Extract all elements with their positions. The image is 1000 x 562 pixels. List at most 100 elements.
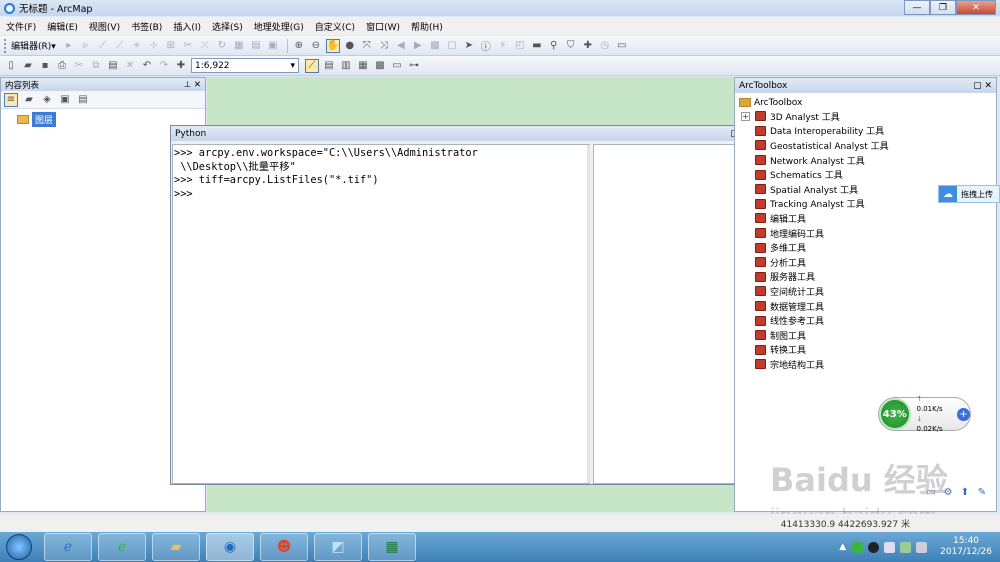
- wechat-tray-icon[interactable]: [852, 541, 864, 553]
- toolbox-item[interactable]: Data Interoperability 工具: [741, 124, 996, 139]
- pan-hand-icon[interactable]: ✋: [325, 38, 340, 53]
- menu-insert[interactable]: 插入(I): [173, 20, 201, 33]
- edit-annotation-icon[interactable]: ▹: [79, 39, 93, 53]
- window-title-bar[interactable]: 无标题 - ArcMap — ❐ ✕: [0, 0, 1000, 16]
- upload-arrow-icon[interactable]: ⬆: [958, 485, 972, 499]
- create-features-icon[interactable]: ▣: [266, 39, 280, 53]
- forward-arrow-icon[interactable]: ▶: [411, 39, 425, 53]
- taskbar-clock[interactable]: 15:40 2017/12/26: [940, 536, 992, 558]
- ie-green-taskbar-icon[interactable]: ℯ: [98, 533, 146, 561]
- trace-icon[interactable]: ⟋: [113, 39, 127, 53]
- model-builder-icon[interactable]: ⊶: [407, 59, 421, 73]
- speed-boost-icon[interactable]: +: [957, 407, 970, 421]
- drag-upload-widget[interactable]: ☁ 拖拽上传: [938, 185, 1000, 203]
- wrench-icon[interactable]: ✎: [975, 485, 989, 499]
- qq-tray-icon[interactable]: [868, 541, 880, 553]
- battery-tray-icon[interactable]: [900, 541, 912, 553]
- toolbox-item[interactable]: Network Analyst 工具: [741, 153, 996, 168]
- toolbar-grip[interactable]: [4, 38, 7, 53]
- paste-icon[interactable]: ▤: [106, 59, 120, 73]
- select-features-icon[interactable]: ▩: [428, 39, 442, 53]
- print-icon[interactable]: ⎙: [55, 59, 69, 73]
- menu-windows[interactable]: 窗口(W): [366, 20, 400, 33]
- find-binoculars-icon[interactable]: ⚲: [547, 39, 561, 53]
- menu-geoprocessing[interactable]: 地理处理(G): [254, 20, 304, 33]
- toolbox-item[interactable]: 空间统计工具: [741, 284, 996, 299]
- arcmap-taskbar-icon[interactable]: ◉: [206, 533, 254, 561]
- toolbox-item[interactable]: Schematics 工具: [741, 167, 996, 182]
- fixed-zoom-in-icon[interactable]: ⤧: [360, 39, 374, 53]
- toolbox-item[interactable]: 服务器工具: [741, 270, 996, 285]
- menu-selection[interactable]: 选择(S): [212, 20, 243, 33]
- add-data-icon[interactable]: ✚: [174, 59, 188, 73]
- excel-taskbar-icon[interactable]: ▦: [368, 533, 416, 561]
- start-button[interactable]: [0, 532, 38, 562]
- python-console[interactable]: >>> arcpy.env.workspace="C:\\Users\\Admi…: [172, 144, 590, 484]
- html-popup-icon[interactable]: ◰: [513, 39, 527, 53]
- map-scale-combobox[interactable]: 1:6,922 ▾: [191, 58, 299, 73]
- full-extent-globe-icon[interactable]: ●: [343, 39, 357, 53]
- maximize-button[interactable]: ❐: [930, 0, 956, 15]
- network-tray-icon[interactable]: [884, 541, 896, 553]
- minimize-button[interactable]: —: [904, 0, 930, 15]
- delete-icon[interactable]: ✕: [123, 59, 137, 73]
- sketch-properties-icon[interactable]: ▤: [249, 39, 263, 53]
- ie-taskbar-icon[interactable]: ℯ: [44, 533, 92, 561]
- toolbox-item[interactable]: 宗地结构工具: [741, 357, 996, 372]
- identify-icon[interactable]: ⓘ: [479, 39, 493, 53]
- toolbox-item[interactable]: 多维工具: [741, 240, 996, 255]
- generic-app-taskbar-icon[interactable]: ◩: [314, 533, 362, 561]
- list-by-drawing-order-icon[interactable]: ≡: [4, 92, 18, 107]
- menu-view[interactable]: 视图(V): [89, 20, 120, 33]
- python-window-icon[interactable]: ▭: [390, 59, 404, 73]
- split-icon[interactable]: ⤫: [198, 39, 212, 53]
- toolbox-item[interactable]: 地理编码工具: [741, 226, 996, 241]
- editor-dropdown[interactable]: 编辑器(R)▾: [11, 39, 56, 52]
- menu-customize[interactable]: 自定义(C): [315, 20, 355, 33]
- table-of-contents-icon[interactable]: ▤: [322, 59, 336, 73]
- cut-icon[interactable]: ✂: [72, 59, 86, 73]
- fixed-zoom-out-icon[interactable]: ⤨: [377, 39, 391, 53]
- redo-icon[interactable]: ↷: [157, 59, 171, 73]
- create-viewer-window-icon[interactable]: ▭: [615, 39, 629, 53]
- undo-icon[interactable]: ↶: [140, 59, 154, 73]
- toolbox-item[interactable]: 线性参考工具: [741, 313, 996, 328]
- zoom-in-icon[interactable]: ⊕: [292, 39, 306, 53]
- measure-icon[interactable]: ▬: [530, 39, 544, 53]
- reshape-icon[interactable]: ⊞: [164, 39, 178, 53]
- toolbox-item[interactable]: 制图工具: [741, 328, 996, 343]
- point-icon[interactable]: ⌖: [130, 39, 144, 53]
- rotate-icon[interactable]: ↻: [215, 39, 229, 53]
- expand-plus-icon[interactable]: +: [741, 111, 750, 121]
- toolbox-item[interactable]: 数据管理工具: [741, 299, 996, 314]
- menu-bookmarks[interactable]: 书签(B): [131, 20, 162, 33]
- avatar-app-taskbar-icon[interactable]: ☻: [260, 533, 308, 561]
- menu-help[interactable]: 帮助(H): [411, 20, 443, 33]
- time-slider-icon[interactable]: ◷: [598, 39, 612, 53]
- open-folder-icon[interactable]: ▰: [21, 59, 35, 73]
- python-window-header[interactable]: Python ▢ ✕: [171, 126, 753, 141]
- list-by-selection-icon[interactable]: ▣: [58, 93, 72, 107]
- hyperlink-icon[interactable]: ⚡: [496, 39, 510, 53]
- toolbox-item[interactable]: Geostatistical Analyst 工具: [741, 138, 996, 153]
- volume-tray-icon[interactable]: [916, 541, 928, 553]
- new-document-icon[interactable]: ▯: [4, 59, 18, 73]
- toolbox-item[interactable]: +3D Analyst 工具: [741, 109, 996, 124]
- search-window-icon[interactable]: ▦: [356, 59, 370, 73]
- edit-tool-icon[interactable]: ▸: [62, 39, 76, 53]
- copy-icon[interactable]: ⧉: [89, 59, 103, 73]
- menu-file[interactable]: 文件(F): [6, 20, 36, 33]
- toc-options-icon[interactable]: ▤: [76, 93, 90, 107]
- arctoolbox-window-icon[interactable]: ▩: [373, 59, 387, 73]
- toolbox-item[interactable]: 转换工具: [741, 343, 996, 358]
- toolbox-item[interactable]: 分析工具: [741, 255, 996, 270]
- catalog-window-icon[interactable]: ▥: [339, 59, 353, 73]
- editor-toolbar-icon[interactable]: ⟋: [305, 58, 319, 73]
- list-by-visibility-icon[interactable]: ◈: [40, 93, 54, 107]
- attributes-icon[interactable]: ▦: [232, 39, 246, 53]
- layers-label[interactable]: 图层: [32, 112, 57, 127]
- zoom-out-icon[interactable]: ⊖: [309, 39, 323, 53]
- close-button[interactable]: ✕: [956, 0, 996, 15]
- list-by-source-icon[interactable]: ▰: [22, 93, 36, 107]
- select-elements-arrow-icon[interactable]: ➤: [462, 39, 476, 53]
